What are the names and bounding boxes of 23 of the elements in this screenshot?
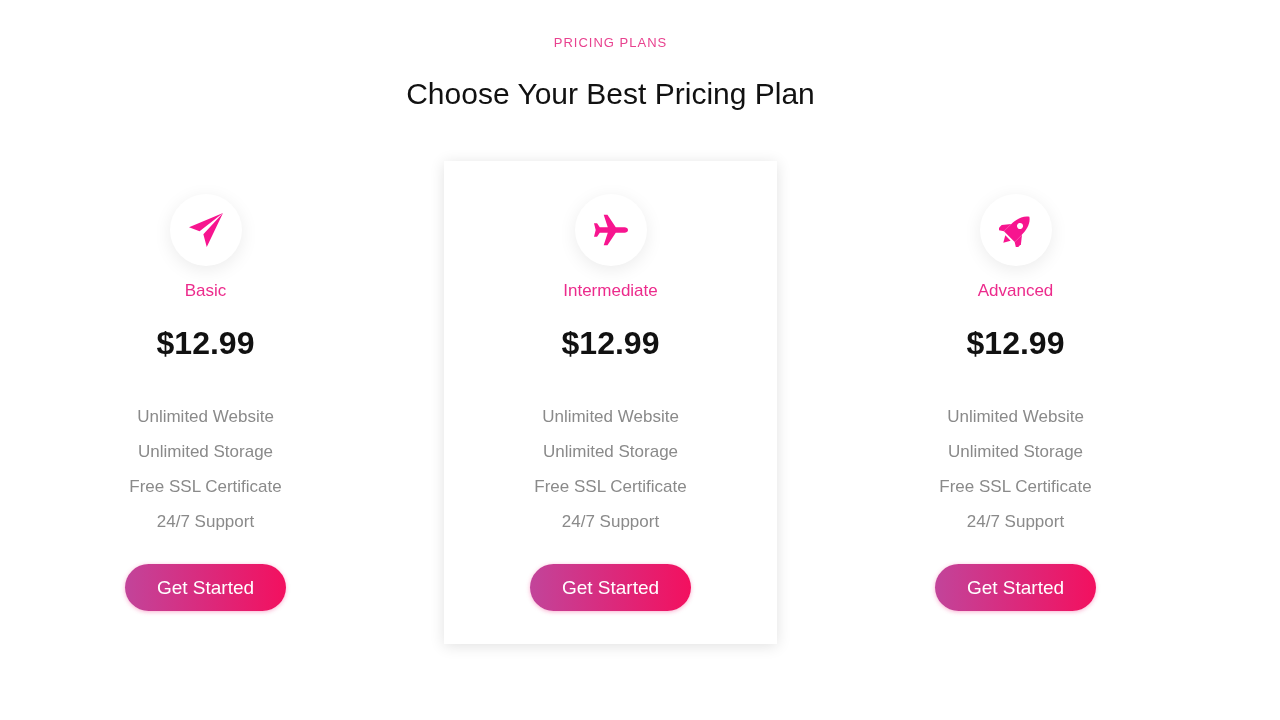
section-label: PRICING PLANS <box>553 35 668 51</box>
get-started-button[interactable]: Get Started <box>530 564 691 611</box>
plan-name: Basic <box>184 281 227 301</box>
feature-item: Free SSL Certificate <box>939 476 1092 498</box>
page-title: Choose Your Best Pricing Plan <box>406 76 815 112</box>
plan-price: $12.99 <box>966 324 1065 362</box>
feature-item: Unlimited Website <box>947 406 1084 428</box>
get-started-button[interactable]: Get Started <box>125 564 286 611</box>
feature-item: 24/7 Support <box>561 511 660 533</box>
feature-item: Unlimited Website <box>137 406 274 428</box>
feature-item: Unlimited Website <box>542 406 679 428</box>
feature-item: Unlimited Storage <box>542 441 679 463</box>
feature-item: 24/7 Support <box>156 511 255 533</box>
plan-price: $12.99 <box>156 324 255 362</box>
plan-name: Intermediate <box>563 281 658 301</box>
feature-item: Free SSL Certificate <box>534 476 687 498</box>
feature-item: Free SSL Certificate <box>129 476 282 498</box>
plan-price: $12.99 <box>561 324 660 362</box>
plan-name: Advanced <box>977 281 1054 301</box>
get-started-button[interactable]: Get Started <box>935 564 1096 611</box>
feature-item: Unlimited Storage <box>137 441 274 463</box>
feature-item: Unlimited Storage <box>947 441 1084 463</box>
feature-item: 24/7 Support <box>966 511 1065 533</box>
